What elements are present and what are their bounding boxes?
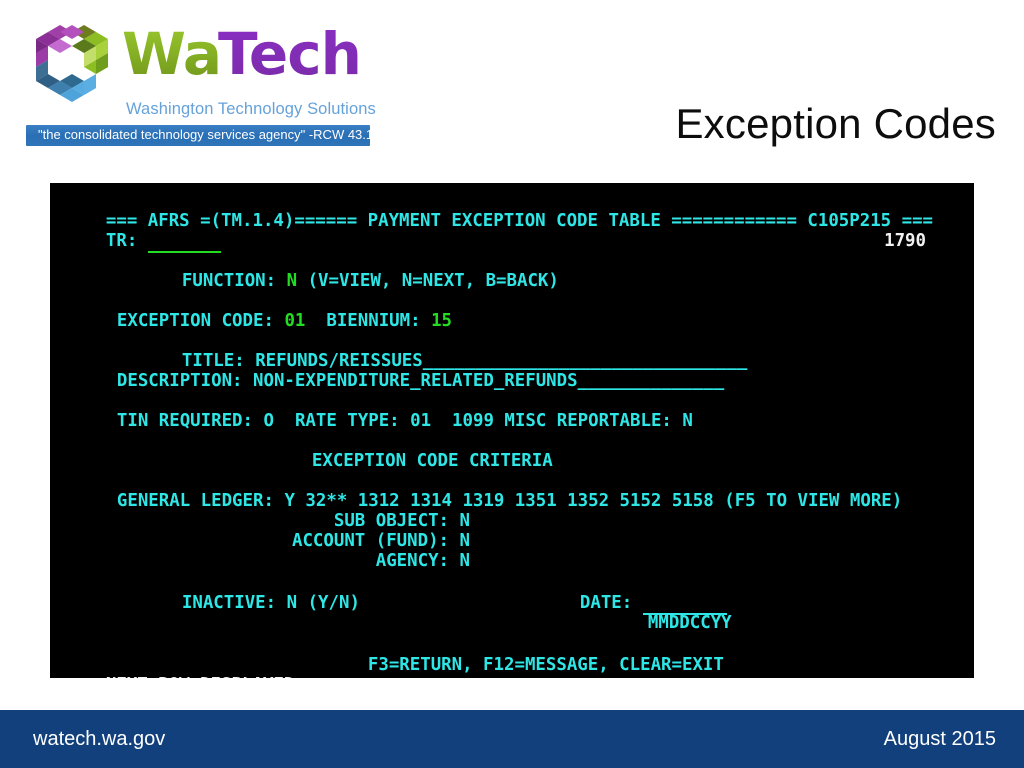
inactive-label: INACTIVE: (181, 593, 277, 614)
description-field-value[interactable]: NON-EXPENDITURE_RELATED_REFUNDS (253, 371, 578, 391)
biennium-value[interactable]: 15 (431, 311, 452, 331)
afrs-terminal-screen: === AFRS =(TM.1.4)====== PAYMENT EXCEPTI… (50, 183, 974, 678)
agency-flag[interactable]: N (460, 551, 470, 571)
misc-reportable-value[interactable]: N (682, 411, 692, 431)
wordmark-tech: Tech (218, 20, 361, 88)
wordmark-wa: Wa (122, 20, 221, 88)
tr-counter: 1790 (884, 231, 926, 252)
agency-label: AGENCY: (375, 551, 450, 572)
logo-tagline-text: "the consolidated technology services ag… (38, 127, 413, 142)
terminal-status-message-line: NEXT ROW DISPLAYED (64, 655, 974, 678)
misc-reportable-label: 1099 MISC REPORTABLE: (452, 411, 672, 432)
description-field-filler[interactable]: ______________ (578, 371, 725, 391)
watech-wordmark: Wa Tech (122, 18, 370, 90)
function-hint: (V=VIEW, N=NEXT, B=BACK) (307, 271, 559, 292)
criteria-heading-text: EXCEPTION CODE CRITERIA (311, 451, 553, 472)
date-format-text: MMDDCCYY (647, 613, 732, 634)
tin-required-label: TIN REQUIRED: (116, 411, 254, 432)
exception-code-label: EXCEPTION CODE: (116, 311, 274, 332)
general-ledger-hint: (F5 TO VIEW MORE) (724, 491, 903, 512)
inactive-hint: (Y/N) (307, 593, 360, 614)
logo-subtitle: Washington Technology Solutions (126, 100, 376, 118)
description-field-label: DESCRIPTION: (116, 371, 243, 392)
exception-code-value[interactable]: 01 (284, 311, 305, 331)
footer-bar: watech.wa.gov August 2015 (0, 710, 1024, 768)
function-value[interactable]: N (287, 271, 297, 291)
rate-type-label: RATE TYPE: (294, 411, 400, 432)
footer-date: August 2015 (883, 728, 996, 750)
tin-required-value[interactable]: O (264, 411, 274, 431)
page-title: Exception Codes (675, 100, 996, 147)
status-message-text: NEXT ROW DISPLAYED (106, 675, 294, 678)
watech-hexagon-icon (36, 25, 108, 102)
function-label: FUNCTION: (181, 271, 277, 292)
footer-website[interactable]: watech.wa.gov (33, 728, 165, 751)
watech-logo: Wa Tech Washington Technology Solutions … (22, 18, 413, 146)
logo-tagline-bar: "the consolidated technology services ag… (26, 125, 413, 146)
biennium-label: BIENNIUM: (326, 311, 421, 332)
inactive-value[interactable]: N (287, 593, 297, 613)
rate-type-value[interactable]: 01 (410, 411, 431, 431)
